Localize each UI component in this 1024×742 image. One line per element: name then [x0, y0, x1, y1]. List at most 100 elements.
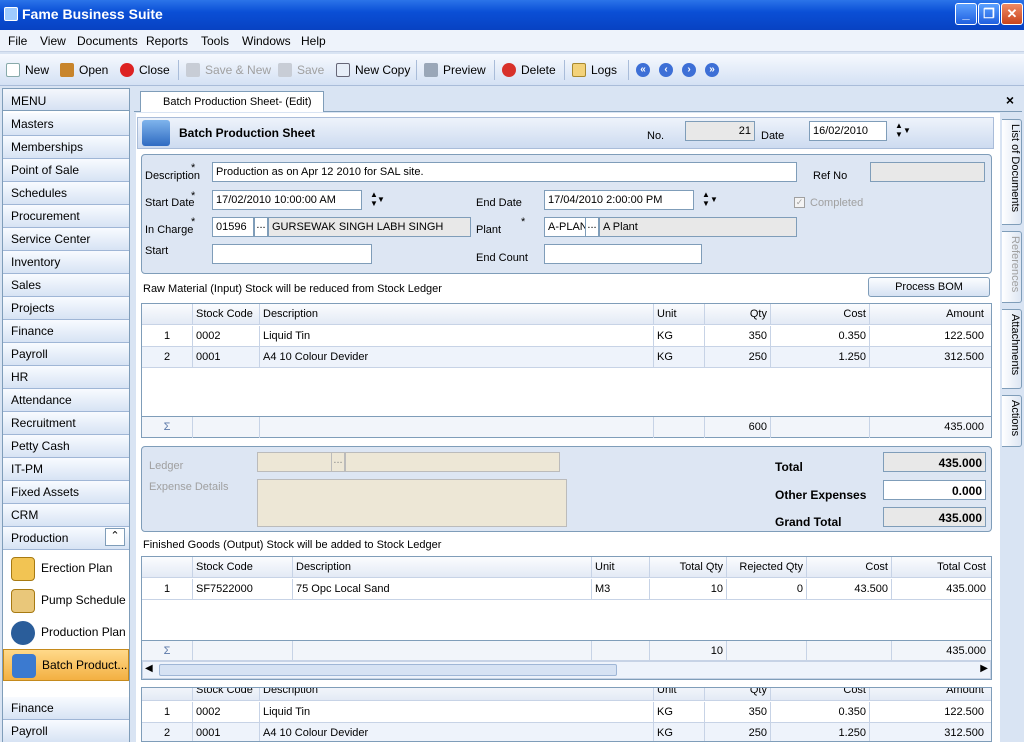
- column-header[interactable]: Cost: [771, 688, 870, 701]
- menu-windows[interactable]: Windows: [242, 34, 291, 48]
- sidebar-item-petty-cash[interactable]: Petty Cash: [3, 435, 129, 458]
- table-row[interactable]: 2 0001 A4 10 Colour Devider KG 250 1.250…: [142, 347, 991, 368]
- tab-batch-production-sheet[interactable]: Batch Production Sheet- (Edit): [140, 91, 324, 112]
- menu-tools[interactable]: Tools: [201, 34, 229, 48]
- sidebar-item-production[interactable]: Production ⌃: [3, 527, 129, 550]
- end-date-field[interactable]: 17/04/2010 2:00:00 PM: [544, 190, 694, 210]
- process-bom-button[interactable]: Process BOM: [868, 277, 990, 297]
- column-header[interactable]: Amount: [870, 304, 987, 325]
- sidebar-item-hr[interactable]: HR: [3, 366, 129, 389]
- ref-no-field[interactable]: [870, 162, 985, 182]
- in-charge-lookup-button[interactable]: ...: [254, 217, 268, 237]
- description-field[interactable]: Production as on Apr 12 2010 for SAL sit…: [212, 162, 797, 182]
- scroll-right-icon[interactable]: ▶: [980, 663, 988, 674]
- column-header[interactable]: Cost: [807, 557, 892, 578]
- sidebar-item-payroll-bottom[interactable]: Payroll: [3, 720, 129, 742]
- sidebar-item-masters[interactable]: Masters: [3, 113, 129, 136]
- table-row[interactable]: 1 SF7522000 75 Opc Local Sand M3 10 0 43…: [142, 579, 991, 600]
- start-date-dropdown-icon[interactable]: ▼: [377, 195, 385, 204]
- table-row[interactable]: 2 0001 A4 10 Colour Devider KG 250 1.250…: [142, 723, 991, 741]
- column-header[interactable]: Unit: [654, 304, 705, 325]
- collapse-chevron-icon[interactable]: ⌃: [105, 528, 125, 546]
- sidebar-item-finance-bottom[interactable]: Finance: [3, 697, 129, 720]
- last-record-icon[interactable]: »: [705, 63, 719, 77]
- menu-documents[interactable]: Documents: [77, 34, 138, 48]
- tab-references[interactable]: References: [1002, 231, 1022, 303]
- document-number-field[interactable]: 21: [685, 121, 755, 141]
- plant-lookup-button[interactable]: ...: [585, 217, 599, 237]
- close-button[interactable]: Close: [120, 62, 170, 78]
- close-tab-icon[interactable]: ×: [1006, 92, 1014, 108]
- menu-reports[interactable]: Reports: [146, 34, 188, 48]
- menu-view[interactable]: View: [40, 34, 66, 48]
- sidebar-item-fixed-assets[interactable]: Fixed Assets: [3, 481, 129, 504]
- next-record-icon[interactable]: ›: [682, 63, 696, 77]
- sidebar-item-attendance[interactable]: Attendance: [3, 389, 129, 412]
- date-dropdown-icon[interactable]: ▼: [903, 126, 911, 135]
- start-date-field[interactable]: 17/02/2010 10:00:00 AM: [212, 190, 362, 210]
- new-button[interactable]: New: [6, 62, 49, 78]
- tab-list-of-documents[interactable]: List of Documents: [1002, 119, 1022, 225]
- column-header[interactable]: Amount: [870, 688, 987, 701]
- first-record-icon[interactable]: «: [636, 63, 650, 77]
- column-header[interactable]: Cost: [771, 304, 870, 325]
- column-header[interactable]: Unit: [654, 688, 705, 701]
- sidebar-item-memberships[interactable]: Memberships: [3, 136, 129, 159]
- horizontal-scrollbar[interactable]: ◀ ▶: [142, 661, 991, 679]
- sidebar-item-crm[interactable]: CRM: [3, 504, 129, 527]
- sidebar-item-payroll[interactable]: Payroll: [3, 343, 129, 366]
- document-date-field[interactable]: 16/02/2010: [809, 121, 887, 141]
- column-header[interactable]: Unit: [592, 557, 650, 578]
- previous-record-icon[interactable]: ‹: [659, 63, 673, 77]
- sidebar-sub-production-plan[interactable]: Production Plan: [3, 617, 129, 649]
- column-header[interactable]: Total Qty: [650, 557, 727, 578]
- column-header[interactable]: Rejected Qty: [727, 557, 807, 578]
- sidebar-item-procurement[interactable]: Procurement: [3, 205, 129, 228]
- table-row[interactable]: 1 0002 Liquid Tin KG 350 0.350 122.500: [142, 326, 991, 347]
- save-and-new-button[interactable]: Save & New: [186, 62, 271, 78]
- column-header[interactable]: Stock Code: [193, 557, 293, 578]
- menu-file[interactable]: File: [8, 34, 27, 48]
- end-count-field[interactable]: [544, 244, 702, 264]
- scrollbar-thumb[interactable]: [159, 664, 617, 676]
- table-row[interactable]: 1 0002 Liquid Tin KG 350 0.350 122.500: [142, 702, 991, 723]
- column-header[interactable]: Qty: [705, 688, 771, 701]
- maximize-button[interactable]: ❐: [978, 3, 1000, 25]
- end-date-dropdown-icon[interactable]: ▼: [710, 195, 718, 204]
- save-button[interactable]: Save: [278, 62, 324, 78]
- plant-code-field[interactable]: A-PLANT: [544, 217, 586, 237]
- sidebar-item-recruitment[interactable]: Recruitment: [3, 412, 129, 435]
- column-header[interactable]: Stock Code: [193, 688, 260, 701]
- sidebar-item-point-of-sale[interactable]: Point of Sale: [3, 159, 129, 182]
- close-window-button[interactable]: ✕: [1001, 3, 1023, 25]
- preview-button[interactable]: Preview: [424, 62, 486, 78]
- menu-help[interactable]: Help: [301, 34, 326, 48]
- tab-actions[interactable]: Actions: [1002, 395, 1022, 447]
- in-charge-code-field[interactable]: 01596: [212, 217, 254, 237]
- completed-checkbox[interactable]: ✓: [794, 197, 805, 208]
- sidebar-item-finance[interactable]: Finance: [3, 320, 129, 343]
- sidebar-item-sales[interactable]: Sales: [3, 274, 129, 297]
- column-header[interactable]: Description: [260, 304, 654, 325]
- column-header[interactable]: Description: [260, 688, 654, 701]
- sidebar-item-it-pm[interactable]: IT-PM: [3, 458, 129, 481]
- column-header[interactable]: Description: [293, 557, 592, 578]
- logs-button[interactable]: Logs: [572, 62, 617, 78]
- column-header[interactable]: Total Cost: [892, 557, 989, 578]
- sidebar-item-service-center[interactable]: Service Center: [3, 228, 129, 251]
- tab-attachments[interactable]: Attachments: [1002, 309, 1022, 389]
- new-copy-button[interactable]: New Copy: [336, 62, 410, 78]
- sidebar-item-schedules[interactable]: Schedules: [3, 182, 129, 205]
- sidebar-sub-pump-schedule[interactable]: Pump Schedule: [3, 585, 129, 617]
- sidebar-item-projects[interactable]: Projects: [3, 297, 129, 320]
- column-header[interactable]: Stock Code: [193, 304, 260, 325]
- sidebar-sub-batch-production[interactable]: Batch Product...: [3, 649, 129, 681]
- delete-button[interactable]: Delete: [502, 62, 556, 78]
- other-expenses-field[interactable]: 0.000: [883, 480, 986, 500]
- column-header[interactable]: Qty: [705, 304, 771, 325]
- sidebar-sub-erection-plan[interactable]: Erection Plan: [3, 553, 129, 585]
- open-button[interactable]: Open: [60, 62, 108, 78]
- minimize-button[interactable]: _: [955, 3, 977, 25]
- scroll-left-icon[interactable]: ◀: [145, 663, 153, 674]
- sidebar-item-inventory[interactable]: Inventory: [3, 251, 129, 274]
